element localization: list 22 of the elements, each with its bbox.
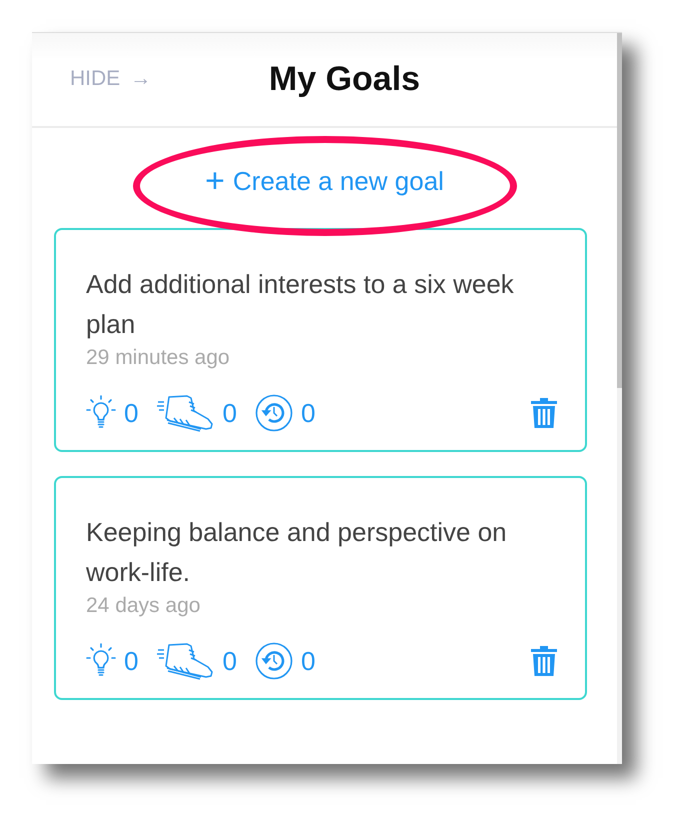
sneaker-icon: [156, 394, 214, 432]
steps-count: 0: [222, 398, 237, 428]
scrollbar[interactable]: [617, 33, 622, 764]
lightbulb-icon: [86, 643, 116, 679]
panel-title: My Goals: [268, 60, 420, 99]
refresh-icon: [254, 642, 293, 680]
goal-timestamp: 29 minutes ago: [86, 346, 231, 370]
goal-card[interactable]: Add additional interests to a six week plan 29 minutes ago 0 0 0: [54, 228, 587, 452]
reviews-count: 0: [300, 398, 316, 428]
goal-title: Add additional interests to a six week plan: [86, 268, 515, 341]
ideas-count: 0: [124, 646, 138, 676]
goal-title: Keeping balance and perspective on work-life.: [86, 516, 508, 589]
steps-count: 0: [222, 646, 237, 676]
sneaker-icon: [156, 642, 214, 680]
delete-icon[interactable]: [531, 398, 557, 428]
goal-timestamp: 24 days ago: [86, 594, 202, 618]
lightbulb-icon: [86, 395, 116, 431]
ideas-count: 0: [124, 398, 138, 428]
refresh-icon: [254, 394, 293, 432]
goal-card[interactable]: Keeping balance and perspective on work-life. 24 days ago 0 0 0: [54, 476, 587, 700]
reviews-count: 0: [300, 646, 316, 676]
delete-icon[interactable]: [531, 646, 557, 676]
